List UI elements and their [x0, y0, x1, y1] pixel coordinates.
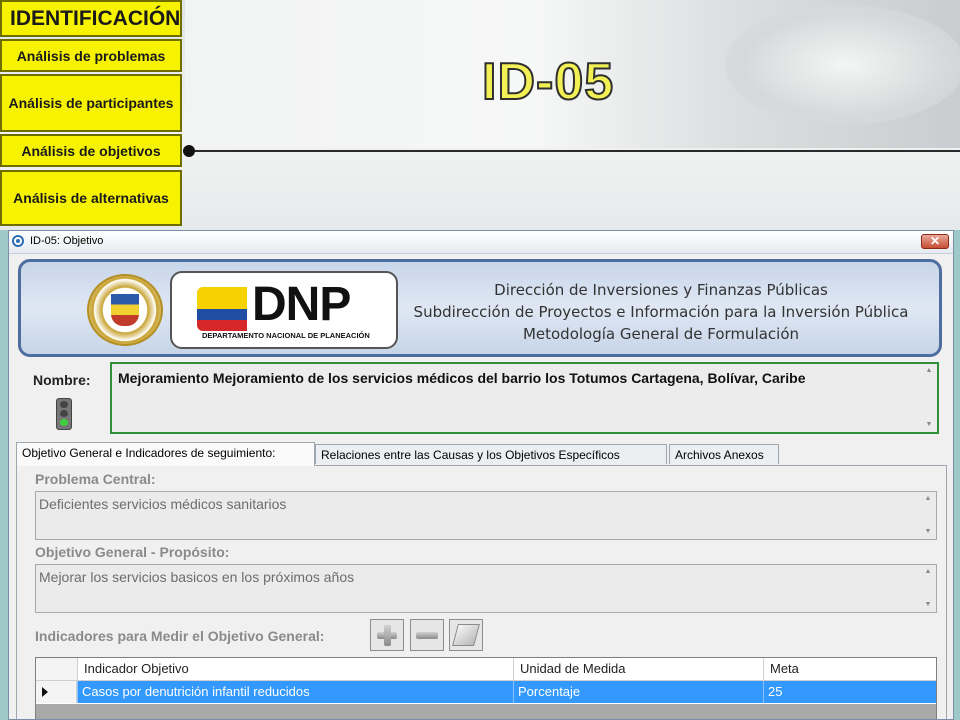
dnp-banner: DNP DEPARTAMENTO NACIONAL DE PLANEACIÓN …	[18, 259, 942, 357]
nombre-label: Nombre:	[33, 372, 91, 388]
objetivo-scrollbar[interactable]: ▲ ▼	[921, 566, 935, 611]
column-header-meta[interactable]: Meta	[763, 658, 936, 680]
header-divider-dot	[183, 145, 195, 157]
banner-line-metodologia: Metodología General de Formulación	[522, 325, 800, 343]
scroll-down-icon[interactable]: ▼	[921, 526, 935, 538]
grid-empty-area	[36, 704, 936, 719]
nombre-value: Mejoramiento Mejoramiento de los servici…	[118, 370, 806, 386]
cell-indicador[interactable]: Casos por denutrición infantil reducidos	[77, 681, 513, 703]
dnp-logo-subtext: DEPARTAMENTO NACIONAL DE PLANEACIÓN	[202, 331, 370, 340]
colombia-crest-logo	[87, 274, 163, 346]
colombia-flag-icon	[197, 287, 247, 331]
problema-central-label: Problema Central:	[35, 471, 156, 487]
tab-archivos-anexos[interactable]: Archivos Anexos	[669, 444, 779, 464]
crest-shield	[111, 294, 139, 326]
menu-analisis-participantes[interactable]: Análisis de participantes	[0, 74, 182, 132]
dnp-logo: DNP DEPARTAMENTO NACIONAL DE PLANEACIÓN	[170, 271, 398, 349]
scroll-down-icon[interactable]: ▼	[921, 599, 935, 611]
scroll-up-icon[interactable]: ▲	[921, 493, 935, 505]
column-header-indicador[interactable]: Indicador Objetivo	[77, 658, 513, 680]
minus-icon	[416, 632, 438, 639]
app-icon	[12, 235, 24, 247]
banner-line-subdireccion: Subdirección de Proyectos e Información …	[413, 303, 909, 321]
indicators-grid: Indicador Objetivo Unidad de Medida Meta…	[35, 657, 937, 719]
nombre-field[interactable]: Mejoramiento Mejoramiento de los servici…	[110, 362, 939, 434]
remove-indicator-button[interactable]	[410, 619, 444, 651]
grid-header: Indicador Objetivo Unidad de Medida Meta	[36, 658, 936, 681]
tab-relaciones-causas[interactable]: Relaciones entre las Causas y los Objeti…	[315, 444, 667, 464]
row-pointer-icon	[42, 687, 48, 697]
edit-icon	[452, 624, 480, 646]
menu-analisis-objetivos[interactable]: Análisis de objetivos	[0, 134, 182, 167]
edit-indicator-button[interactable]	[449, 619, 483, 651]
window-title: ID-05: Objetivo	[30, 235, 104, 247]
slide-title: ID-05	[481, 52, 615, 112]
window-titlebar[interactable]: ID-05: Objetivo ✕	[9, 231, 953, 254]
column-header-unidad[interactable]: Unidad de Medida	[513, 658, 763, 680]
scroll-up-icon[interactable]: ▲	[921, 566, 935, 578]
table-row[interactable]: Casos por denutrición infantil reducidos…	[36, 681, 936, 703]
traffic-light-icon	[56, 398, 72, 430]
indicadores-label: Indicadores para Medir el Objetivo Gener…	[35, 628, 325, 644]
problema-scrollbar[interactable]: ▲ ▼	[921, 493, 935, 538]
close-button[interactable]: ✕	[921, 234, 949, 249]
row-selector-header	[36, 658, 77, 680]
menu-analisis-problemas[interactable]: Análisis de problemas	[0, 39, 182, 72]
nombre-scrollbar[interactable]: ▲ ▼	[922, 365, 936, 431]
problema-central-value: Deficientes servicios médicos sanitarios	[39, 496, 287, 512]
banner-line-direccion: Dirección de Inversiones y Finanzas Públ…	[494, 281, 828, 299]
scroll-down-icon[interactable]: ▼	[922, 419, 936, 431]
objetivo-general-value: Mejorar los servicios basicos en los pró…	[39, 569, 355, 585]
cell-unidad[interactable]: Porcentaje	[513, 681, 763, 703]
scroll-up-icon[interactable]: ▲	[922, 365, 936, 377]
header-divider-line	[188, 150, 960, 152]
dnp-logo-text: DNP	[252, 278, 351, 331]
add-indicator-button[interactable]	[370, 619, 404, 651]
menu-identificacion[interactable]: IDENTIFICACIÓN	[0, 0, 182, 37]
row-selector[interactable]	[36, 681, 77, 703]
cell-meta[interactable]: 25	[763, 681, 936, 703]
objetivo-general-field[interactable]: Mejorar los servicios basicos en los pró…	[35, 564, 937, 613]
objetivo-general-label: Objetivo General - Propósito:	[35, 544, 230, 560]
menu-analisis-alternativas[interactable]: Análisis de alternativas	[0, 170, 182, 226]
problema-central-field[interactable]: Deficientes servicios médicos sanitarios…	[35, 491, 937, 540]
tab-objetivo-general[interactable]: Objetivo General e Indicadores de seguim…	[16, 442, 315, 466]
objetivo-window: ID-05: Objetivo ✕ DNP DEPARTAMENTO NACIO…	[8, 230, 954, 720]
